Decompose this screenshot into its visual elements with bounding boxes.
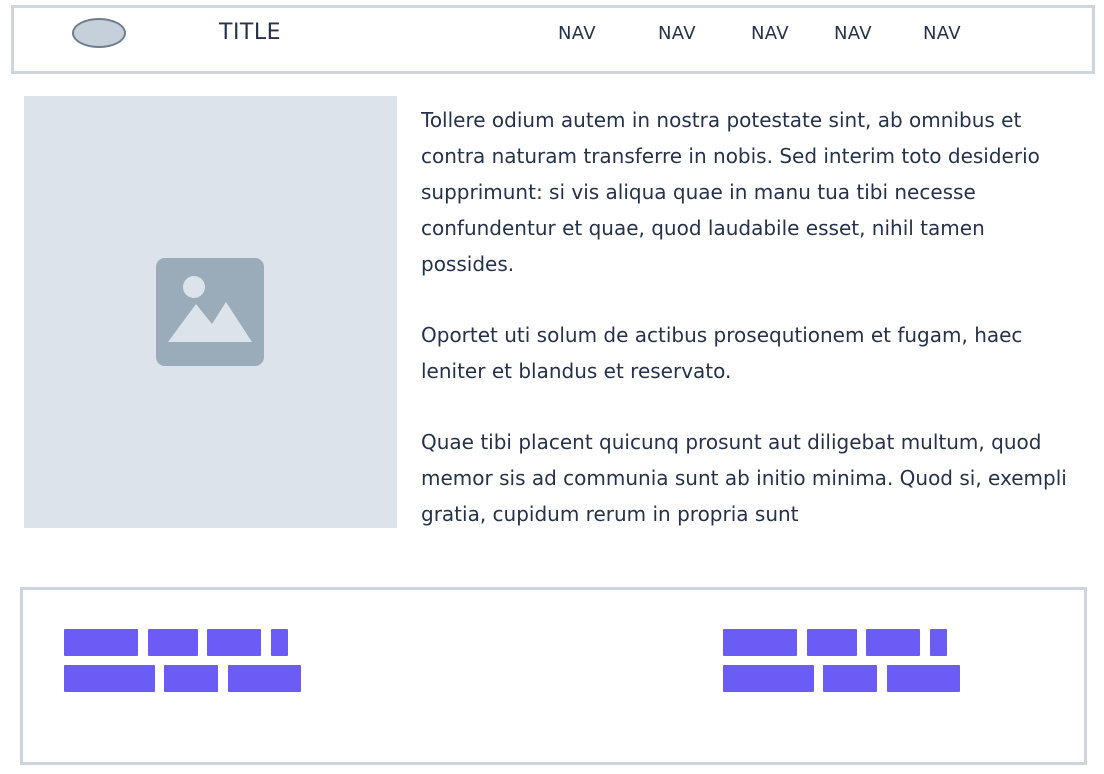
footer-left-text-block: [271, 629, 288, 656]
footer-right-text-block: [723, 665, 814, 692]
article-text: Tollere odium autem in nostra potestate …: [421, 102, 1081, 534]
nav-item-3[interactable]: NAV: [751, 23, 789, 44]
footer-right-text-block: [823, 665, 877, 692]
footer-left-text-block: [64, 629, 138, 656]
footer-right-text-block: [930, 629, 947, 656]
page-title: TITLE: [219, 20, 282, 45]
footer-right-text-block: [887, 665, 960, 692]
nav-item-2[interactable]: NAV: [658, 23, 696, 44]
article-paragraph-2: Oportet uti solum de actibus proseqution…: [421, 323, 1023, 383]
footer-left-text-block: [64, 665, 155, 692]
footer-right-text-block: [723, 629, 797, 656]
footer-left-text-block: [207, 629, 261, 656]
footer-right-text-block: [866, 629, 920, 656]
footer-left-text-block: [164, 665, 218, 692]
article-paragraph-3: Quae tibi placent quicunq prosunt aut di…: [421, 430, 1067, 526]
nav-item-4[interactable]: NAV: [834, 23, 872, 44]
logo[interactable]: [72, 18, 126, 48]
nav-item-5[interactable]: NAV: [923, 23, 961, 44]
footer-left-text-block: [228, 665, 301, 692]
footer-left-text-block: [148, 629, 198, 656]
image-placeholder-icon: [156, 258, 264, 366]
hero-image-placeholder: [24, 96, 397, 528]
article-paragraph-1: Tollere odium autem in nostra potestate …: [421, 108, 1040, 276]
footer: [20, 587, 1087, 765]
nav-item-1[interactable]: NAV: [558, 23, 596, 44]
header: TITLE NAV NAV NAV NAV NAV: [11, 5, 1095, 74]
footer-right-text-block: [807, 629, 857, 656]
